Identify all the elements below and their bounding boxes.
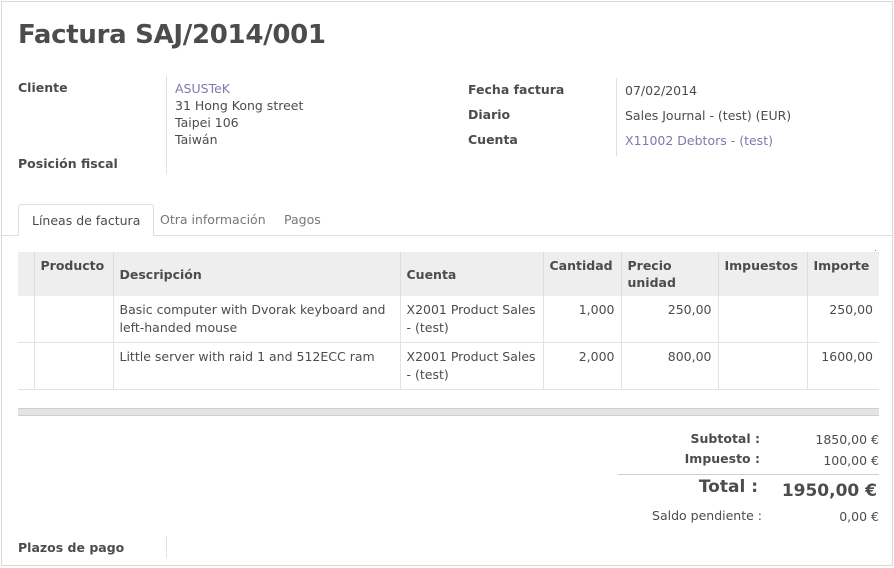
journal-value[interactable]: Sales Journal - (test) (EUR): [625, 107, 791, 124]
cell-quantity: 2,000: [542, 342, 621, 390]
column-header-taxes[interactable]: Impuestos: [717, 252, 807, 296]
column-header-description[interactable]: Descripción: [112, 252, 400, 296]
column-header-handle: [18, 252, 34, 296]
customer-address: ASUSTeK 31 Hong Kong street Taipei 106 T…: [175, 80, 303, 148]
subtotal-value: 1850,00 €: [815, 432, 879, 447]
cell-unit-price: 800,00: [620, 342, 718, 390]
total-label: Total :: [698, 477, 758, 497]
payment-term-divider: [166, 536, 167, 558]
cell-account: X2001 Product Sales - (test): [399, 296, 543, 343]
tax-value: 100,00 €: [823, 453, 879, 468]
column-header-account[interactable]: Cuenta: [399, 252, 543, 296]
total-value: 1950,00 €: [781, 481, 877, 501]
customer-divider: [166, 76, 167, 174]
column-header-quantity[interactable]: Cantidad: [542, 252, 621, 296]
invoice-form: Factura SAJ/2014/001 Cliente ASUSTeK 31 …: [1, 1, 894, 566]
column-header-product[interactable]: Producto: [33, 252, 113, 296]
tab-other-info[interactable]: Otra información: [147, 204, 279, 236]
cell-quantity: 1,000: [542, 296, 621, 343]
cell-product: [33, 296, 113, 343]
customer-country: Taiwán: [175, 132, 218, 147]
fiscal-position-label: Posición fiscal: [18, 156, 118, 171]
cell-taxes: [717, 296, 807, 343]
tab-invoice-lines[interactable]: Líneas de factura: [18, 204, 155, 236]
row-handle: [18, 342, 34, 390]
tax-label: Impuesto :: [684, 451, 760, 466]
account-label: Cuenta: [468, 132, 518, 147]
account-link[interactable]: X11002 Debtors - (test): [625, 132, 773, 149]
customer-label: Cliente: [18, 80, 68, 95]
cell-description: Little server with raid 1 and 512ECC ram: [112, 342, 400, 390]
cell-account: X2001 Product Sales - (test): [399, 342, 543, 390]
residual-label: Saldo pendiente :: [652, 508, 762, 523]
row-handle: [18, 296, 34, 343]
cell-amount: 250,00: [806, 296, 879, 343]
cell-product: [33, 342, 113, 390]
customer-name-link[interactable]: ASUSTeK: [175, 80, 303, 97]
payment-term-label: Plazos de pago: [18, 540, 125, 555]
column-header-unit-price[interactable]: Precio unidad: [620, 252, 718, 296]
page-title: Factura SAJ/2014/001: [18, 20, 326, 50]
table-header-row: Producto Descripción Cuenta Cantidad Pre…: [18, 252, 879, 296]
journal-label: Diario: [468, 107, 511, 122]
customer-city: Taipei 106: [175, 115, 239, 130]
cell-unit-price: 250,00: [620, 296, 718, 343]
cell-description: Basic computer with Dvorak keyboard and …: [112, 296, 400, 343]
invoice-lines-table: Producto Descripción Cuenta Cantidad Pre…: [18, 252, 879, 390]
invoice-date-label: Fecha factura: [468, 82, 565, 97]
cell-taxes: [717, 342, 807, 390]
invoice-date-value[interactable]: 07/02/2014: [625, 82, 697, 99]
customer-street: 31 Hong Kong street: [175, 98, 304, 113]
table-row[interactable]: Little server with raid 1 and 512ECC ram…: [18, 342, 879, 390]
invoice-info-divider: [616, 78, 617, 156]
totals-divider: [618, 474, 879, 475]
tab-payments[interactable]: Pagos: [271, 204, 334, 236]
subtotal-label: Subtotal :: [690, 431, 760, 446]
table-row[interactable]: Basic computer with Dvorak keyboard and …: [18, 296, 879, 343]
residual-value: 0,00 €: [839, 509, 879, 524]
column-header-amount[interactable]: Importe: [806, 252, 879, 296]
table-footer-bar: [18, 408, 879, 416]
cell-amount: 1600,00: [806, 342, 879, 390]
